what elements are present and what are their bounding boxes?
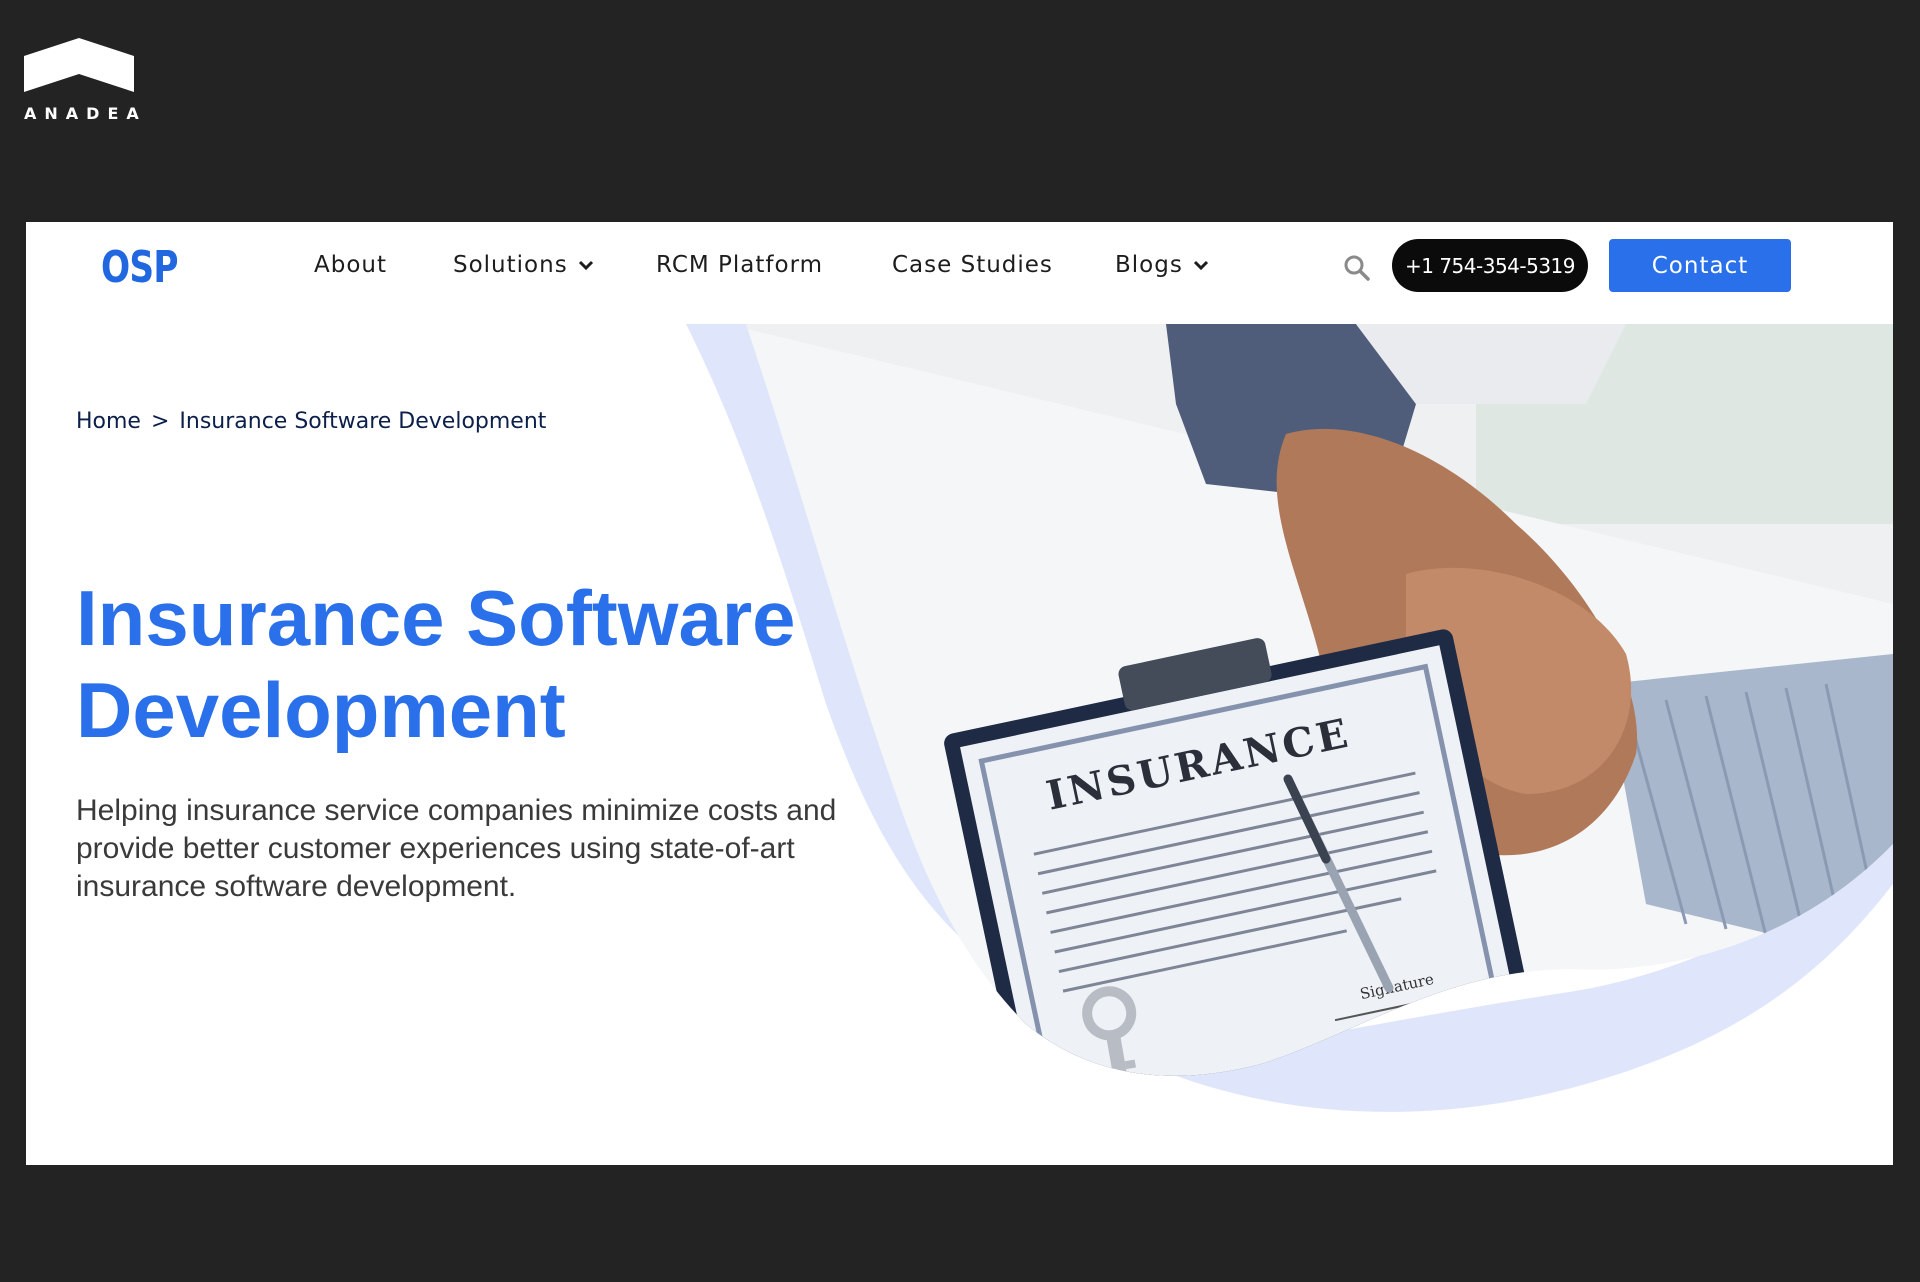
chevron-down-icon bbox=[578, 260, 593, 271]
contact-button[interactable]: Contact bbox=[1609, 239, 1791, 292]
nav-label-rcm-platform: RCM Platform bbox=[656, 252, 824, 278]
nav-item-solutions[interactable]: Solutions bbox=[453, 252, 594, 278]
search-icon[interactable] bbox=[1343, 254, 1371, 282]
hero-title: Insurance Software Development bbox=[76, 572, 896, 756]
nav-label-about: About bbox=[314, 252, 388, 278]
nav-item-rcm-platform[interactable]: RCM Platform bbox=[656, 252, 823, 278]
hero-description: Helping insurance service companies mini… bbox=[76, 794, 837, 903]
nav-item-blogs[interactable]: Blogs bbox=[1115, 252, 1209, 278]
site-nav: OSP About Solutions RCM Platform Case St… bbox=[26, 222, 1893, 324]
chevron-down-icon bbox=[1193, 260, 1208, 271]
anadea-wordmark: ANADEA bbox=[24, 104, 147, 123]
osp-logo[interactable]: OSP bbox=[101, 242, 178, 293]
nav-item-case-studies[interactable]: Case Studies bbox=[892, 252, 1053, 278]
phone-button[interactable]: +1 754-354-5319 bbox=[1392, 239, 1588, 292]
hero-title-line-2: Development bbox=[76, 666, 566, 754]
breadcrumb-home[interactable]: Home bbox=[76, 409, 141, 434]
nav-label-blogs: Blogs bbox=[1115, 252, 1183, 278]
hero-title-line-1: Insurance Software bbox=[76, 574, 796, 662]
nav-label-case-studies: Case Studies bbox=[892, 252, 1053, 278]
nav-item-about[interactable]: About bbox=[314, 252, 387, 278]
breadcrumb-separator: > bbox=[150, 409, 170, 434]
breadcrumb-current: Insurance Software Development bbox=[179, 409, 547, 434]
anadea-logo: ANADEA bbox=[24, 38, 147, 123]
nav-label-solutions: Solutions bbox=[453, 252, 568, 278]
breadcrumb: Home > Insurance Software Development bbox=[76, 409, 546, 434]
website-frame: INSURANCE Signature OSP About Solutions … bbox=[26, 222, 1893, 1165]
anadea-roof-icon bbox=[24, 38, 134, 92]
